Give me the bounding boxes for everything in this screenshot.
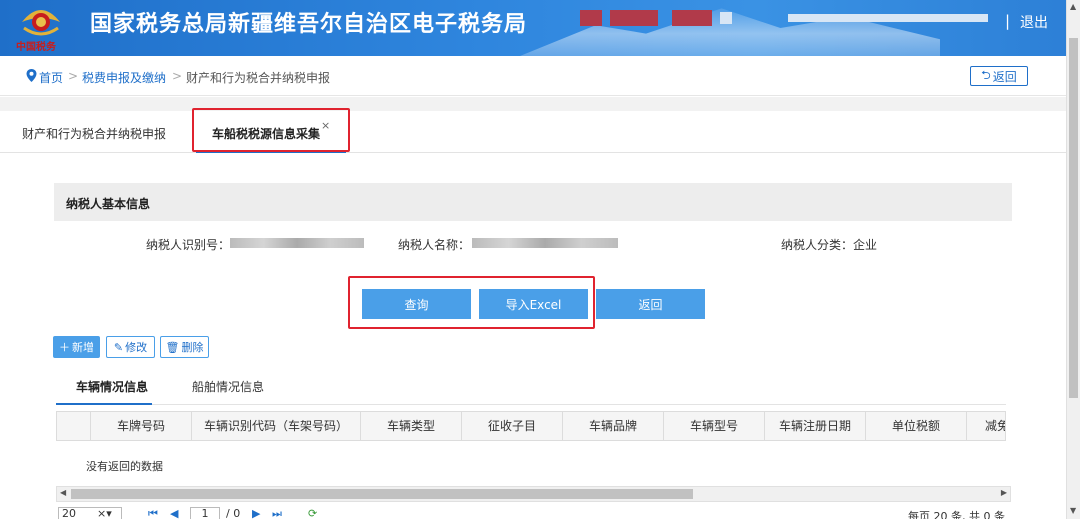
site-title: 国家税务总局新疆维吾尔自治区电子税务局 bbox=[90, 12, 528, 37]
breadcrumb-home[interactable]: 首页 bbox=[39, 69, 63, 86]
scrollbar-thumb[interactable] bbox=[1069, 38, 1078, 398]
breadcrumb-tax-declaration[interactable]: 税费申报及缴纳 bbox=[82, 69, 166, 86]
add-button[interactable]: ＋ 新增 bbox=[53, 336, 100, 358]
page-number-input[interactable]: 1 bbox=[190, 507, 220, 519]
horizontal-scrollbar[interactable]: ◀ ▶ bbox=[56, 486, 1011, 502]
total-pages: / 0 bbox=[226, 507, 241, 519]
panel-title: 纳税人基本信息 bbox=[66, 197, 151, 211]
return-arrow-icon: ⮌ bbox=[981, 67, 991, 82]
back-button-label: 返回 bbox=[992, 69, 1017, 84]
delete-label: 删除 bbox=[181, 341, 204, 354]
redacted-block bbox=[672, 10, 712, 26]
page-size-value: 20 bbox=[62, 507, 76, 519]
tab-combined-declaration[interactable]: 财产和行为税合并纳税申报 bbox=[22, 125, 166, 142]
page-summary: 每页 20 条, 共 0 条 bbox=[908, 510, 1005, 519]
breadcrumb: 首页 > 税费申报及缴纳 > 财产和行为税合并纳税申报 ⮌ 返回 bbox=[0, 56, 1080, 96]
subtab-vessel-info[interactable]: 船舶情况信息 bbox=[192, 378, 264, 395]
edit-label: 修改 bbox=[125, 341, 148, 354]
refresh-icon[interactable]: ⟳ bbox=[308, 507, 317, 519]
redacted-block bbox=[610, 10, 658, 26]
taxpayer-info-header: 纳税人基本信息 bbox=[54, 183, 1012, 221]
checkbox-column-header bbox=[57, 412, 91, 440]
subtab-divider bbox=[56, 404, 1006, 405]
column-header[interactable]: 车牌号码 bbox=[91, 412, 192, 440]
column-header[interactable]: 车辆识别代码（车架号码） bbox=[192, 412, 361, 440]
column-header[interactable]: 车辆型号 bbox=[664, 412, 765, 440]
pagination: 20 ×▾ ⏮ ◀ 1 / 0 ▶ ⏭ ⟳ 每页 20 条, 共 0 条 bbox=[56, 504, 1011, 519]
add-label: 新增 bbox=[72, 341, 94, 354]
column-header[interactable]: 车辆品牌 bbox=[563, 412, 664, 440]
redacted-block bbox=[580, 10, 602, 26]
redacted-taxpayer-id bbox=[230, 238, 364, 248]
column-header[interactable]: 减免性 bbox=[967, 412, 1005, 440]
breadcrumb-separator: > bbox=[172, 69, 183, 83]
column-header[interactable]: 单位税额 bbox=[866, 412, 967, 440]
breadcrumb-separator: > bbox=[68, 69, 79, 83]
logout-link[interactable]: 退出 bbox=[1020, 12, 1048, 32]
delete-button[interactable]: 🗑 删除 bbox=[160, 336, 209, 358]
redacted-taxpayer-name bbox=[472, 238, 618, 248]
subtab-vehicle-info[interactable]: 车辆情况信息 bbox=[76, 378, 148, 395]
column-header[interactable]: 车辆类型 bbox=[361, 412, 462, 440]
redacted-block bbox=[720, 12, 732, 24]
page-tabs: 财产和行为税合并纳税申报 车船税税源信息采集 × bbox=[0, 111, 1066, 153]
vertical-scrollbar[interactable]: ▲ ▼ bbox=[1066, 0, 1080, 519]
scroll-left-icon[interactable]: ◀ bbox=[60, 488, 66, 497]
taxpayer-id-label: 纳税人识别号： bbox=[146, 238, 231, 252]
highlight-box bbox=[192, 108, 350, 152]
scroll-down-icon[interactable]: ▼ bbox=[1070, 506, 1076, 515]
tax-emblem-icon bbox=[22, 10, 60, 36]
column-header[interactable]: 车辆注册日期 bbox=[765, 412, 866, 440]
spacer-band bbox=[0, 97, 1066, 111]
header-mountain-graphic bbox=[520, 8, 940, 56]
breadcrumb-current: 财产和行为税合并纳税申报 bbox=[186, 71, 331, 85]
active-subtab-indicator bbox=[56, 403, 152, 405]
back-button[interactable]: 返回 bbox=[596, 289, 705, 319]
pencil-icon: ✎ bbox=[113, 340, 124, 354]
location-pin-icon bbox=[26, 69, 37, 82]
redacted-block bbox=[788, 14, 988, 22]
site-header: 中国税务 国家税务总局新疆维吾尔自治区电子税务局 | 退出 bbox=[0, 0, 1080, 56]
next-page-icon[interactable]: ▶ bbox=[252, 507, 260, 519]
taxpayer-category-label: 纳税人分类： bbox=[781, 238, 854, 252]
first-page-icon[interactable]: ⏮ bbox=[148, 507, 158, 519]
plus-icon: ＋ bbox=[59, 341, 70, 354]
chevron-down-icon: ×▾ bbox=[97, 507, 112, 519]
last-page-icon[interactable]: ⏭ bbox=[272, 507, 282, 519]
column-header[interactable]: 征收子目 bbox=[462, 412, 563, 440]
page-size-select[interactable]: 20 ×▾ bbox=[58, 507, 122, 519]
header-back-button[interactable]: ⮌ 返回 bbox=[970, 66, 1028, 86]
prev-page-icon[interactable]: ◀ bbox=[170, 507, 178, 519]
trash-icon: 🗑 bbox=[165, 340, 180, 354]
scroll-right-icon[interactable]: ▶ bbox=[1001, 488, 1007, 497]
taxpayer-name-label: 纳税人名称： bbox=[398, 238, 471, 252]
highlight-box bbox=[348, 276, 595, 329]
header-separator: | bbox=[1005, 12, 1011, 30]
scroll-up-icon[interactable]: ▲ bbox=[1070, 2, 1076, 11]
taxpayer-category-value: 企业 bbox=[853, 238, 878, 252]
edit-button[interactable]: ✎ 修改 bbox=[106, 336, 155, 358]
scrollbar-thumb[interactable] bbox=[71, 489, 693, 499]
empty-table-message: 没有返回的数据 bbox=[86, 460, 163, 473]
emblem-caption: 中国税务 bbox=[16, 42, 56, 53]
vehicle-table-header: 车牌号码 车辆识别代码（车架号码） 车辆类型 征收子目 车辆品牌 车辆型号 车辆… bbox=[56, 411, 1006, 441]
